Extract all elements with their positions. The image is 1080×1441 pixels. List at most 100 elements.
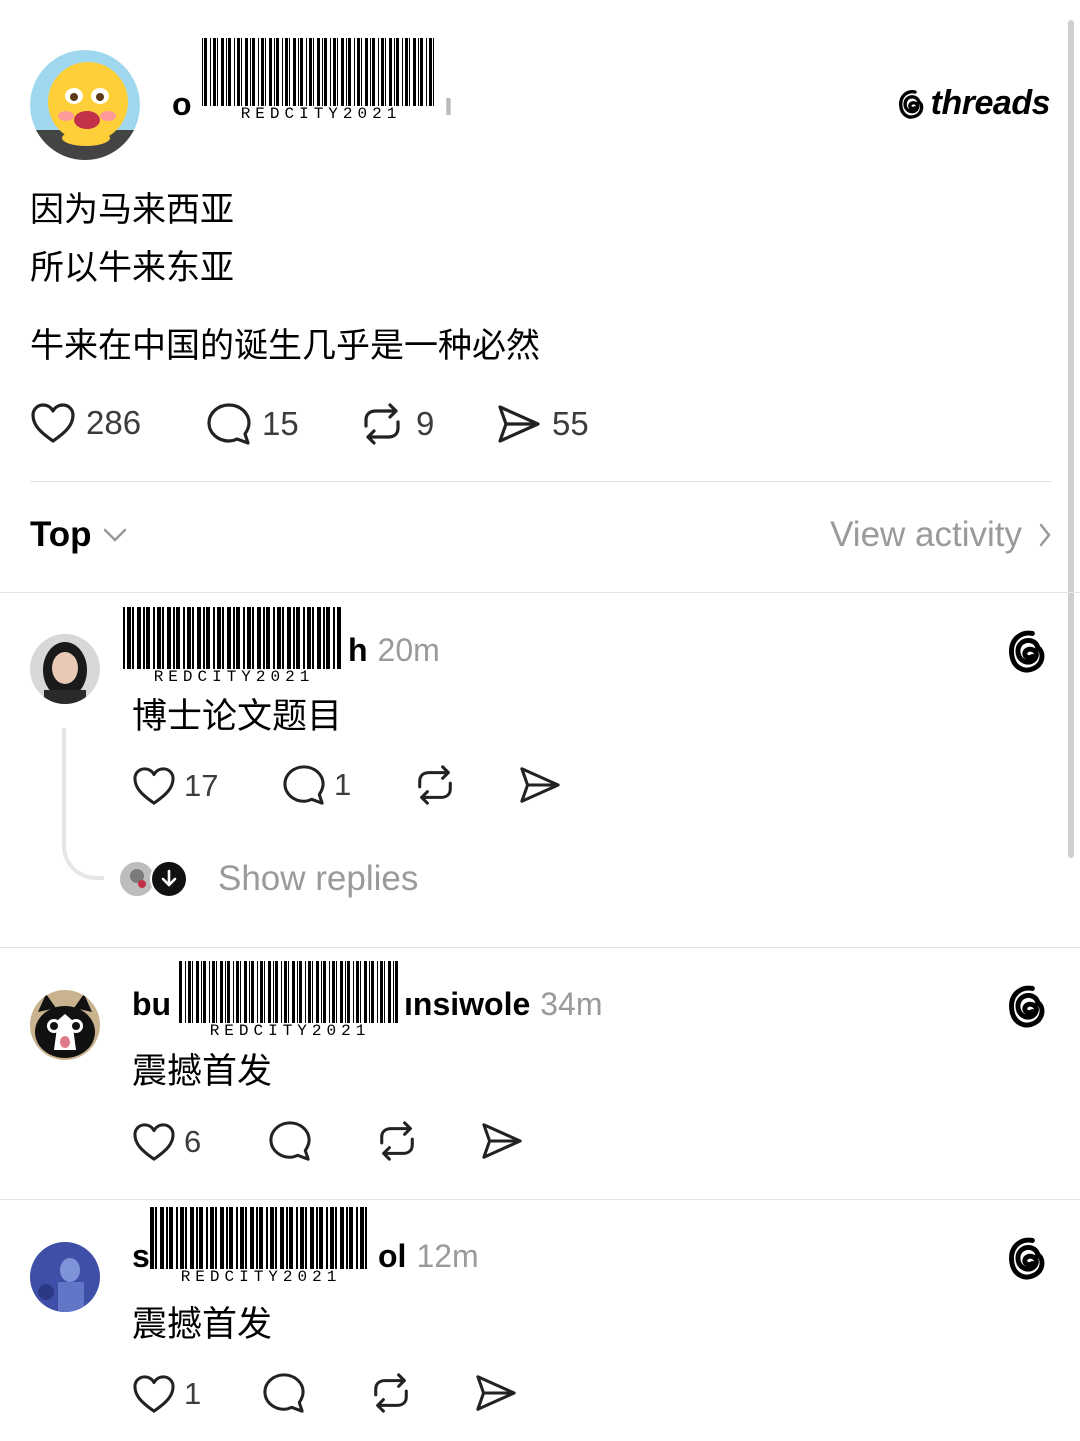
- barcode-bar: [265, 38, 266, 106]
- comment-like-count: 17: [184, 768, 219, 803]
- scrollbar[interactable]: [1068, 20, 1074, 858]
- post-like-button[interactable]: 286: [30, 402, 141, 444]
- threads-logo-icon[interactable]: [1006, 1235, 1050, 1281]
- comment-repost-button[interactable]: [368, 1372, 414, 1414]
- barcode-bar: [236, 961, 239, 1023]
- comment-username[interactable]: h: [348, 632, 368, 669]
- comment-like-button[interactable]: 17: [132, 766, 218, 806]
- repost-icon: [380, 1121, 414, 1161]
- comment-username-end[interactable]: ol: [378, 1238, 406, 1275]
- barcode-bar: [169, 1207, 173, 1269]
- barcode-bar: [264, 961, 265, 1023]
- barcode-bar: [212, 961, 215, 1023]
- comment-repost-button[interactable]: [374, 1120, 420, 1162]
- barcode-bar: [217, 38, 218, 106]
- barcode-bar: [280, 1207, 284, 1269]
- barcode-bar: [402, 38, 403, 106]
- barcode-bar: [162, 607, 164, 669]
- barcode-bar: [210, 38, 211, 106]
- barcode-bar: [252, 38, 255, 106]
- show-replies-button[interactable]: Show replies: [120, 859, 418, 899]
- barcode-bar: [384, 961, 385, 1023]
- threads-logo-icon[interactable]: [1006, 983, 1050, 1029]
- comment-reply-button[interactable]: [268, 1120, 312, 1162]
- barcode-bar: [298, 38, 299, 106]
- barcode-bar: [236, 1207, 238, 1269]
- barcode-text: REDCITY2021: [240, 105, 402, 123]
- divider: [30, 481, 1052, 482]
- barcode-bar: [405, 38, 408, 106]
- comment-like-count: 1: [184, 1376, 202, 1411]
- barcode-bar: [297, 961, 298, 1023]
- barcode-bar: [348, 38, 351, 106]
- post-text-line-2: 所以牛来东亚: [30, 248, 234, 288]
- barcode-bar: [251, 961, 254, 1023]
- comment-username-start[interactable]: bu: [132, 986, 171, 1023]
- barcode-bar: [233, 607, 235, 669]
- barcode-bar: [229, 1207, 233, 1269]
- divider: [0, 592, 1080, 593]
- barcode-bar: [285, 38, 288, 106]
- barcode-bar: [202, 38, 203, 106]
- post-author-handle-end[interactable]: ı: [444, 86, 453, 123]
- post-repost-button[interactable]: 9: [358, 402, 434, 446]
- comment-like-button[interactable]: 1: [132, 1374, 201, 1414]
- thread-connector-line: [62, 728, 104, 880]
- barcode-bar: [220, 1207, 224, 1269]
- barcode-bar: [192, 607, 194, 669]
- barcode-bar: [353, 961, 354, 1023]
- threads-wordmark: threads: [930, 84, 1051, 122]
- barcode-bar: [346, 1207, 348, 1269]
- comment-avatar[interactable]: [30, 1242, 100, 1312]
- barcode-bar: [221, 38, 224, 106]
- post-share-count: 55: [552, 405, 589, 442]
- post-reply-button[interactable]: 15: [206, 402, 299, 446]
- view-activity-label: View activity: [830, 515, 1022, 554]
- barcode-bar: [364, 961, 367, 1023]
- comment-reply-button[interactable]: 1: [282, 764, 351, 806]
- comment-repost-button[interactable]: [412, 764, 458, 806]
- barcode-bar: [300, 1207, 304, 1269]
- barcode-bar: [215, 1207, 217, 1269]
- barcode-bar: [275, 1207, 277, 1269]
- barcode-bar: [268, 961, 271, 1023]
- threads-logo-icon[interactable]: [1006, 628, 1050, 674]
- barcode-bar: [196, 961, 199, 1023]
- post-like-count: 286: [86, 404, 142, 441]
- repost-icon: [364, 403, 400, 445]
- post-author-avatar[interactable]: [30, 50, 140, 160]
- comment-username-end[interactable]: ınsiwole: [404, 986, 530, 1023]
- barcode-bar: [252, 607, 254, 669]
- send-icon: [476, 1375, 516, 1411]
- barcode-bar: [330, 1207, 334, 1269]
- sort-dropdown[interactable]: Top: [30, 515, 128, 555]
- barcode-bar: [187, 607, 191, 669]
- barcode-bar: [370, 38, 371, 106]
- barcode-bar: [333, 38, 336, 106]
- barcode-bar: [360, 961, 361, 1023]
- barcode-bar: [228, 38, 231, 106]
- barcode-bar: [420, 38, 423, 106]
- comment-like-button[interactable]: 6: [132, 1122, 201, 1162]
- barcode-bar: [322, 38, 323, 106]
- comment-username-start[interactable]: s: [132, 1238, 150, 1275]
- comment-avatar[interactable]: [30, 990, 100, 1060]
- barcode-bar: [388, 961, 391, 1023]
- comment-reply-button[interactable]: [262, 1372, 306, 1414]
- barcode-bar: [394, 38, 395, 106]
- comment-share-button[interactable]: [518, 764, 562, 806]
- barcode-bars: [150, 1207, 372, 1269]
- barcode-bar: [222, 607, 224, 669]
- barcode-bar: [266, 1207, 268, 1269]
- barcode-bar: [197, 607, 201, 669]
- view-activity-link[interactable]: View activity: [830, 515, 1052, 555]
- barcode-bar: [204, 38, 207, 106]
- comment-share-button[interactable]: [480, 1120, 524, 1162]
- barcode-bar: [150, 1207, 154, 1269]
- post-author-handle-start[interactable]: o: [172, 86, 192, 123]
- barcode-bar: [227, 961, 230, 1023]
- post-share-button[interactable]: 55: [496, 402, 589, 446]
- comment-avatar[interactable]: [30, 634, 100, 704]
- barcode-bar: [346, 38, 347, 106]
- comment-share-button[interactable]: [474, 1372, 518, 1414]
